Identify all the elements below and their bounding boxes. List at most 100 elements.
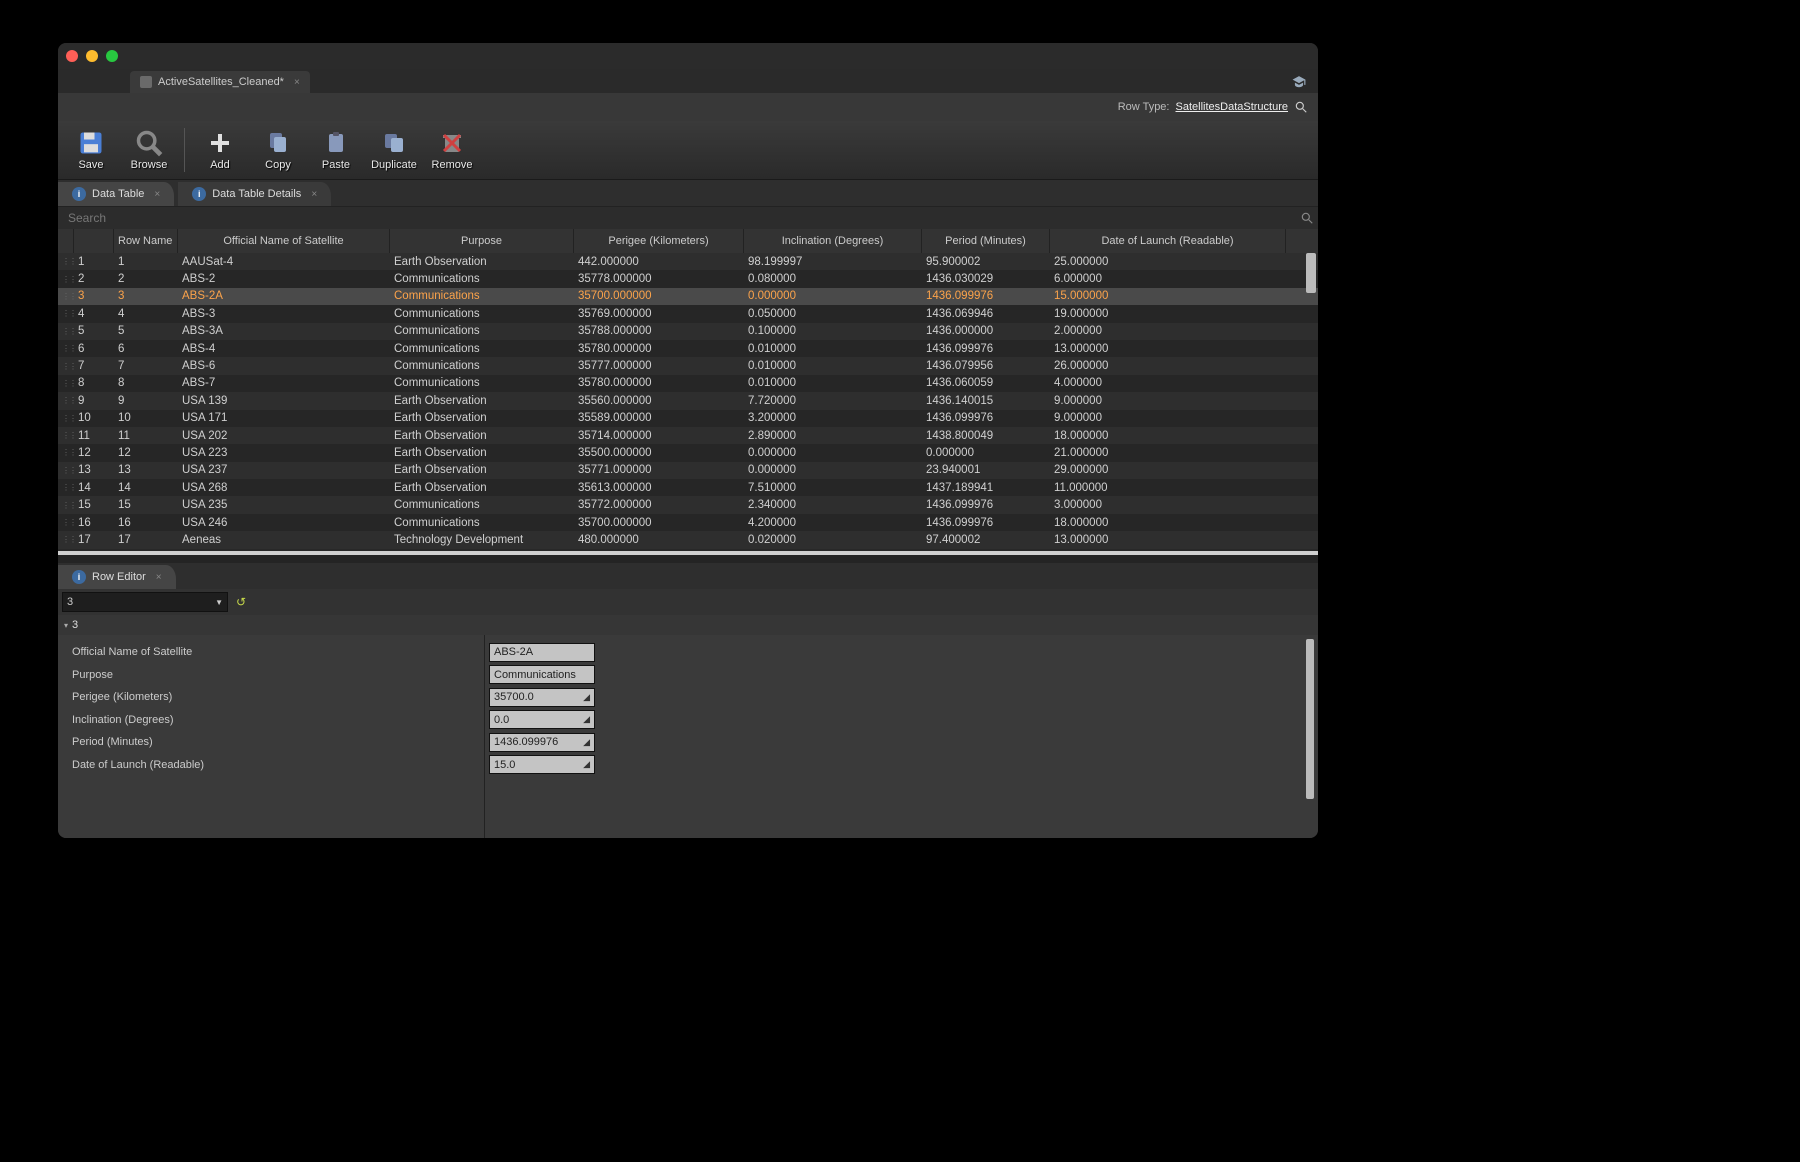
col-inclination[interactable]: Inclination (Degrees) (744, 229, 922, 253)
disclosure-triangle-icon[interactable]: ▾ (64, 621, 68, 630)
cell-inclination: 4.200000 (744, 514, 922, 531)
search-icon[interactable] (1300, 211, 1314, 225)
editor-scrollbar[interactable] (1306, 639, 1314, 799)
drag-handle-icon[interactable]: ⋮⋮ (58, 340, 74, 357)
drag-handle-icon[interactable]: ⋮⋮ (58, 479, 74, 496)
table-row[interactable]: ⋮⋮1313USA 237Earth Observation35771.0000… (58, 462, 1318, 479)
input-period[interactable]: 1436.099976◢ (489, 733, 595, 752)
drag-handle-icon[interactable]: ⋮⋮ (58, 444, 74, 461)
table-row[interactable]: ⋮⋮1010USA 171Earth Observation35589.0000… (58, 410, 1318, 427)
cell-launch: 15.000000 (1050, 288, 1286, 305)
drag-handle-icon[interactable]: ⋮⋮ (58, 410, 74, 427)
input-name[interactable]: ABS-2A (489, 643, 595, 662)
drag-handle-icon[interactable]: ⋮⋮ (58, 375, 74, 392)
splitter[interactable] (58, 555, 1318, 563)
drag-handle-icon[interactable]: ⋮⋮ (58, 288, 74, 305)
spinner-icon[interactable]: ◢ (583, 714, 590, 725)
spinner-icon[interactable]: ◢ (583, 737, 590, 748)
close-tab-icon[interactable]: × (294, 77, 300, 88)
tab-data-table-details[interactable]: i Data Table Details × (178, 182, 331, 206)
browse-button[interactable]: Browse (122, 129, 176, 171)
table-row[interactable]: ⋮⋮11AAUSat-4Earth Observation442.0000009… (58, 253, 1318, 270)
cell-rowname: 4 (114, 305, 178, 322)
table-row[interactable]: ⋮⋮1717AeneasTechnology Development480.00… (58, 531, 1318, 548)
col-rowname[interactable]: Row Name (114, 229, 178, 253)
drag-handle-icon[interactable]: ⋮⋮ (58, 462, 74, 479)
drag-handle-icon[interactable]: ⋮⋮ (58, 427, 74, 444)
copy-button[interactable]: Copy (251, 129, 305, 171)
close-panel-icon[interactable]: × (311, 189, 317, 200)
property-labels: Official Name of Satellite Purpose Perig… (58, 635, 485, 838)
rowtype-link[interactable]: SatellitesDataStructure (1176, 101, 1289, 113)
drag-handle-icon[interactable]: ⋮⋮ (58, 357, 74, 374)
cell-index: 6 (74, 340, 114, 357)
table-row[interactable]: ⋮⋮1515USA 235Communications35772.0000002… (58, 496, 1318, 513)
table-row[interactable]: ⋮⋮88ABS-7Communications35780.0000000.010… (58, 375, 1318, 392)
row-select-dropdown[interactable]: 3 ▼ (62, 592, 228, 612)
cell-perigee: 442.000000 (574, 253, 744, 270)
col-period[interactable]: Period (Minutes) (922, 229, 1050, 253)
cell-name: USA 235 (178, 496, 390, 513)
close-panel-icon[interactable]: × (156, 572, 162, 583)
add-button[interactable]: Add (193, 129, 247, 171)
table-row[interactable]: ⋮⋮55ABS-3ACommunications35788.0000000.10… (58, 323, 1318, 340)
cell-purpose: Technology Development (390, 531, 574, 548)
drag-handle-icon[interactable]: ⋮⋮ (58, 531, 74, 548)
graduation-cap-icon[interactable] (1290, 75, 1308, 89)
drag-handle-icon[interactable]: ⋮⋮ (58, 270, 74, 287)
drag-handle-icon[interactable]: ⋮⋮ (58, 392, 74, 409)
table-row[interactable]: ⋮⋮1111USA 202Earth Observation35714.0000… (58, 427, 1318, 444)
row-editor-header[interactable]: ▾ 3 (58, 615, 1318, 635)
drag-handle-icon[interactable]: ⋮⋮ (58, 253, 74, 270)
table-row[interactable]: ⋮⋮1616USA 246Communications35700.0000004… (58, 514, 1318, 531)
drag-handle-icon[interactable]: ⋮⋮ (58, 323, 74, 340)
reset-to-default-icon[interactable]: ↺ (236, 595, 246, 609)
remove-button[interactable]: Remove (425, 129, 479, 171)
cell-inclination: 0.000000 (744, 462, 922, 479)
col-name[interactable]: Official Name of Satellite (178, 229, 390, 253)
drag-handle-icon[interactable]: ⋮⋮ (58, 496, 74, 513)
spinner-icon[interactable]: ◢ (583, 692, 590, 703)
table-row[interactable]: ⋮⋮1414USA 268Earth Observation35613.0000… (58, 479, 1318, 496)
zoom-window-button[interactable] (106, 50, 118, 62)
scrollbar-thumb[interactable] (1306, 253, 1316, 293)
toolbar-separator (184, 128, 185, 172)
paste-button[interactable]: Paste (309, 129, 363, 171)
table-row[interactable]: ⋮⋮66ABS-4Communications35780.0000000.010… (58, 340, 1318, 357)
grid-body[interactable]: ⋮⋮11AAUSat-4Earth Observation442.0000009… (58, 253, 1318, 551)
save-button[interactable]: Save (64, 129, 118, 171)
input-perigee[interactable]: 35700.0◢ (489, 688, 595, 707)
duplicate-button[interactable]: Duplicate (367, 129, 421, 171)
tab-row-editor[interactable]: i Row Editor × (58, 565, 176, 589)
cell-purpose: Communications (390, 288, 574, 305)
table-row[interactable]: ⋮⋮1212USA 223Earth Observation35500.0000… (58, 444, 1318, 461)
cell-index: 15 (74, 496, 114, 513)
table-row[interactable]: ⋮⋮22ABS-2Communications35778.0000000.080… (58, 270, 1318, 287)
close-window-button[interactable] (66, 50, 78, 62)
table-row[interactable]: ⋮⋮33ABS-2ACommunications35700.0000000.00… (58, 288, 1318, 305)
search-rowtype-icon[interactable] (1294, 100, 1308, 114)
drag-handle-icon[interactable]: ⋮⋮ (58, 305, 74, 322)
cell-period: 1436.099976 (922, 514, 1050, 531)
input-launch[interactable]: 15.0◢ (489, 755, 595, 774)
col-purpose[interactable]: Purpose (390, 229, 574, 253)
col-launch[interactable]: Date of Launch (Readable) (1050, 229, 1286, 253)
cell-index: 16 (74, 514, 114, 531)
search-input[interactable] (62, 209, 1300, 227)
cell-launch: 29.000000 (1050, 462, 1286, 479)
cell-rowname: 10 (114, 410, 178, 427)
vertical-scrollbar[interactable] (1306, 253, 1316, 551)
table-row[interactable]: ⋮⋮77ABS-6Communications35777.0000000.010… (58, 357, 1318, 374)
close-panel-icon[interactable]: × (154, 189, 160, 200)
col-perigee[interactable]: Perigee (Kilometers) (574, 229, 744, 253)
table-row[interactable]: ⋮⋮99USA 139Earth Observation35560.000000… (58, 392, 1318, 409)
input-inclination[interactable]: 0.0◢ (489, 710, 595, 729)
table-row[interactable]: ⋮⋮44ABS-3Communications35769.0000000.050… (58, 305, 1318, 322)
tab-data-table[interactable]: i Data Table × (58, 182, 174, 206)
document-tab[interactable]: ActiveSatellites_Cleaned* × (130, 71, 310, 93)
drag-handle-icon[interactable]: ⋮⋮ (58, 514, 74, 531)
minimize-window-button[interactable] (86, 50, 98, 62)
cell-rowname: 2 (114, 270, 178, 287)
spinner-icon[interactable]: ◢ (583, 759, 590, 770)
input-purpose[interactable]: Communications (489, 665, 595, 684)
